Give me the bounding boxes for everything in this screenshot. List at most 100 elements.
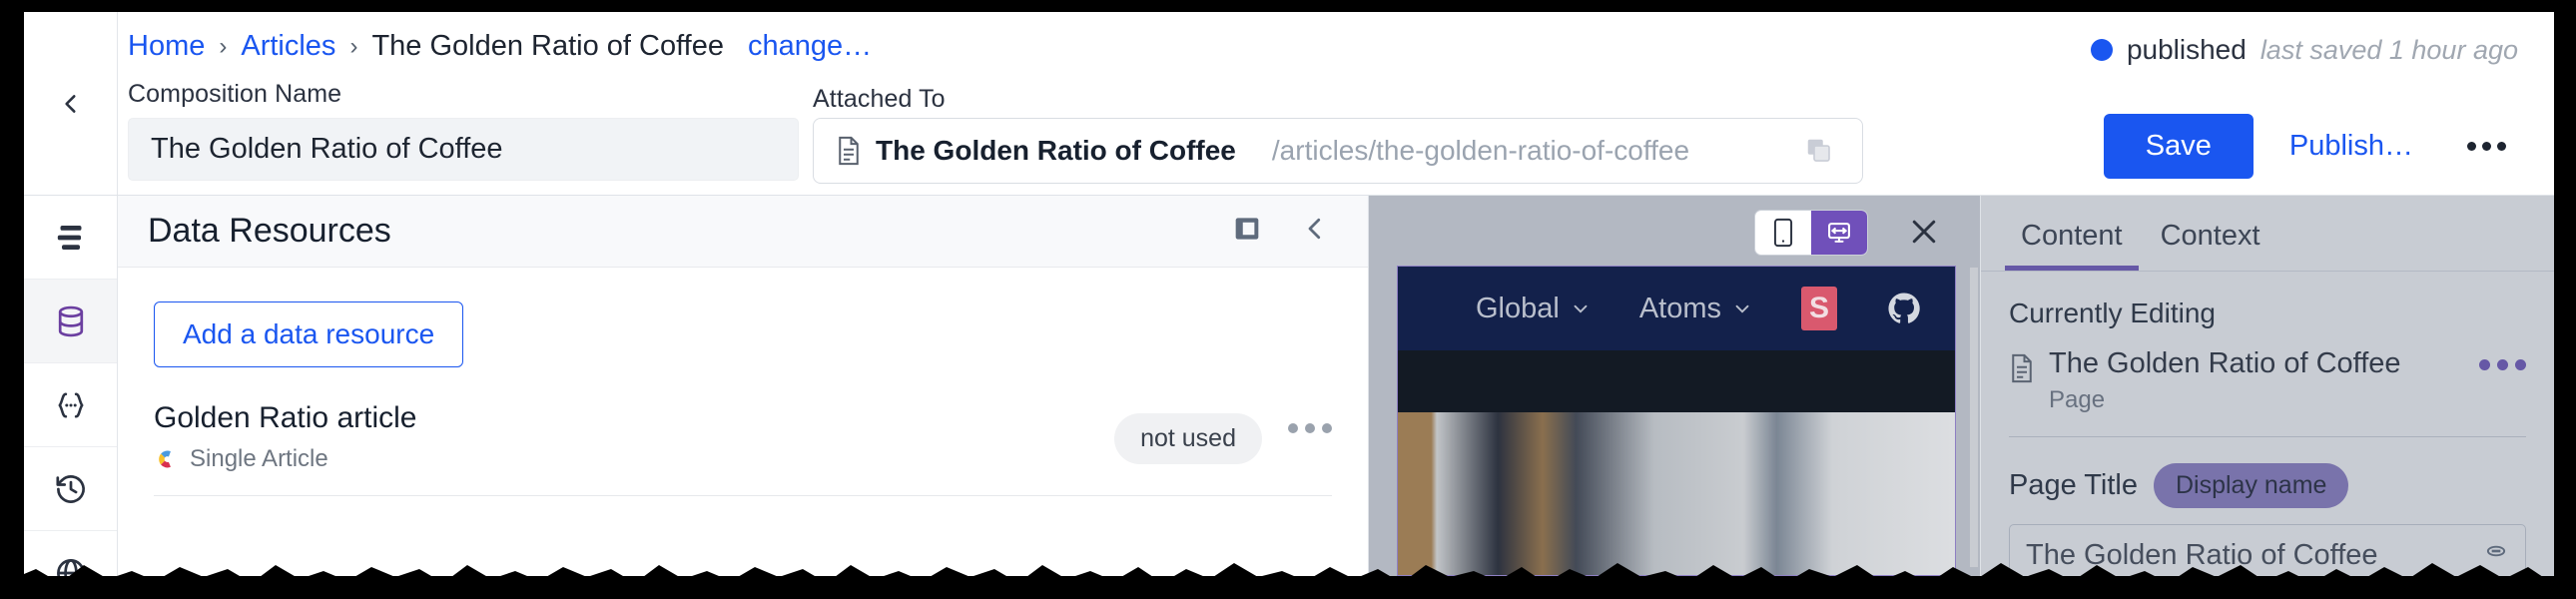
breadcrumb-change-link[interactable]: change… [748, 30, 872, 63]
display-name-chip: Display name [2153, 463, 2349, 508]
data-resources-header: Data Resources [118, 196, 1368, 268]
nav-item-label: Global [1475, 292, 1560, 324]
inspector-tabs: Content Context [1981, 196, 2554, 272]
page-title-value: The Golden Ratio of Coffee [2026, 538, 2378, 571]
collapse-panel-button[interactable] [1300, 214, 1330, 249]
sidebar-item-layers[interactable] [24, 196, 117, 280]
currently-editing-label: Currently Editing [2009, 298, 2216, 328]
data-resources-body: Add a data resource Golden Ratio article… [118, 268, 1368, 496]
sidebar-item-locales[interactable] [24, 531, 117, 576]
more-options-button[interactable] [2449, 128, 2524, 165]
breadcrumb-separator: › [219, 32, 228, 60]
save-button[interactable]: Save [2103, 114, 2254, 179]
dot [2467, 142, 2476, 151]
mobile-icon [1773, 218, 1793, 248]
composition-name-label: Composition Name [128, 80, 342, 108]
chevron-left-icon [1308, 218, 1321, 240]
list-item[interactable]: Golden Ratio article Single Article not … [154, 401, 1332, 496]
editing-item-more-button[interactable] [2479, 359, 2526, 370]
back-button[interactable] [24, 12, 118, 195]
attached-to-slug: /articles/the-golden-ratio-of-coffee [1271, 135, 1690, 166]
tab-context[interactable]: Context [2145, 214, 2276, 271]
sidebar-item-parameters[interactable] [24, 363, 117, 447]
site-preview-frame[interactable]: Global Atoms S [1397, 266, 1956, 576]
workspace: Data Resources Add a data resource Golde… [24, 196, 2554, 576]
resource-more-button[interactable] [1288, 423, 1332, 433]
visibility-toggle-icon[interactable] [2483, 538, 2509, 572]
document-icon [839, 136, 859, 166]
layers-icon [57, 225, 81, 250]
nav-item-label: Atoms [1638, 292, 1721, 324]
breadcrumb-separator: › [349, 32, 358, 60]
preview-scrollbar[interactable] [1970, 268, 1978, 567]
status-dot-icon [2090, 39, 2113, 61]
document-icon [2012, 353, 2032, 383]
chevron-down-icon [1735, 304, 1749, 313]
page-title-input[interactable]: The Golden Ratio of Coffee [2009, 524, 2526, 576]
tab-content[interactable]: Content [2005, 214, 2139, 271]
editing-item-type: Page [2049, 386, 2106, 413]
mobile-view-button[interactable] [1755, 211, 1811, 255]
last-saved-text: last saved 1 hour ago [2259, 34, 2518, 65]
split-panel-icon [1235, 218, 1259, 240]
chevron-left-icon [64, 94, 76, 113]
desktop-resize-icon [1828, 223, 1850, 243]
github-icon[interactable] [1885, 290, 1923, 327]
attached-to-label: Attached To [813, 85, 946, 113]
breadcrumb-home[interactable]: Home [128, 30, 205, 63]
dot [2515, 359, 2526, 370]
data-resources-panel: Data Resources Add a data resource Golde… [118, 196, 1369, 576]
dot [2497, 142, 2506, 151]
copy-icon [1807, 139, 1830, 162]
status-badge: not used [1114, 413, 1262, 464]
dot [2482, 142, 2491, 151]
app-window: Home › Articles › The Golden Ratio of Co… [24, 12, 2554, 576]
composition-name-input[interactable]: The Golden Ratio of Coffee [128, 118, 799, 181]
header-actions: Save Publish… [2103, 114, 2524, 179]
site-navbar: Global Atoms S [1398, 267, 1955, 350]
dot [1305, 423, 1315, 433]
dot [2497, 359, 2508, 370]
nav-item-global[interactable]: Global [1476, 293, 1592, 325]
breadcrumb-current: The Golden Ratio of Coffee [371, 30, 724, 62]
device-toggle [1754, 210, 1868, 256]
database-icon [58, 305, 83, 336]
nav-item-atoms[interactable]: Atoms [1639, 293, 1753, 325]
icon-rail [24, 196, 118, 576]
attached-to-field[interactable]: The Golden Ratio of Coffee /articles/the… [813, 118, 1863, 184]
add-data-resource-button[interactable]: Add a data resource [154, 301, 464, 367]
publish-button[interactable]: Publish… [2263, 114, 2439, 179]
currently-editing-section: Currently Editing The Golden Ratio of Co… [1981, 272, 2554, 437]
attached-to-title: The Golden Ratio of Coffee [876, 135, 1236, 166]
resource-type: Single Article [190, 445, 328, 472]
sidebar-item-history[interactable] [24, 447, 117, 531]
breadcrumb: Home › Articles › The Golden Ratio of Co… [128, 30, 872, 63]
site-hero-band [1398, 350, 1955, 412]
contentful-icon [159, 450, 171, 468]
inspector-panel: Content Context Currently Editing The Go… [1980, 196, 2554, 576]
page-title-row: Page Title Display name [1981, 437, 2554, 508]
breadcrumb-articles[interactable]: Articles [241, 30, 335, 63]
dot [2479, 359, 2490, 370]
eye-icon [2486, 545, 2506, 557]
copy-slug-button[interactable] [1776, 119, 1862, 183]
globe-icon [56, 558, 85, 576]
status-area: published last saved 1 hour ago [2090, 34, 2518, 66]
status-badge: published [2126, 34, 2247, 65]
chevron-down-icon [1574, 304, 1588, 313]
resource-name: Golden Ratio article [154, 401, 417, 434]
toggle-split-view-button[interactable] [1230, 212, 1264, 251]
sidebar-item-data-resources[interactable] [24, 280, 117, 363]
storybook-icon[interactable]: S [1801, 287, 1837, 330]
editing-item-name: The Golden Ratio of Coffee [2049, 347, 2401, 379]
close-icon [1912, 220, 1936, 244]
currently-editing-item[interactable]: The Golden Ratio of Coffee Page [2009, 347, 2526, 414]
site-hero-photo [1398, 412, 1955, 575]
close-preview-button[interactable] [1906, 214, 1942, 250]
code-braces-icon [57, 391, 84, 418]
history-icon [55, 474, 85, 503]
dot [1322, 423, 1332, 433]
dot [1288, 423, 1298, 433]
top-header: Home › Articles › The Golden Ratio of Co… [24, 12, 2554, 196]
desktop-view-button[interactable] [1811, 211, 1867, 255]
